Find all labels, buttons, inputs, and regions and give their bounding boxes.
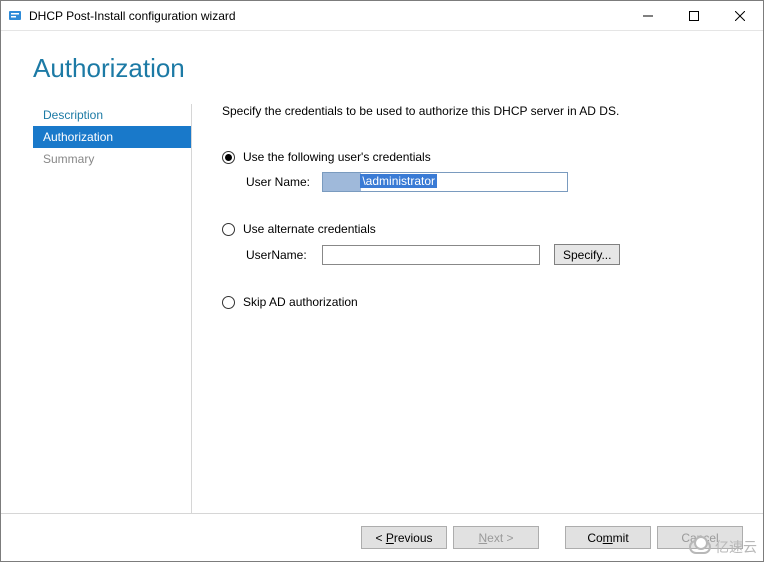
sidebar-item-authorization[interactable]: Authorization (33, 126, 191, 148)
app-icon (7, 8, 23, 24)
option-alternate[interactable]: Use alternate credentials (222, 222, 743, 236)
window-controls (625, 1, 763, 30)
wizard-window: DHCP Post-Install configuration wizard A… (0, 0, 764, 562)
vertical-divider (191, 104, 192, 513)
option-use-following[interactable]: Use the following user's credentials (222, 150, 743, 164)
radio-alternate[interactable] (222, 223, 235, 236)
titlebar: DHCP Post-Install configuration wizard (1, 1, 763, 31)
username-row-1: User Name: \administrator (246, 172, 743, 192)
commit-button[interactable]: CommitCommit (565, 526, 651, 549)
wizard-footer: < PPreviousrevious Next >Next CommitComm… (1, 513, 763, 561)
username-input-2[interactable] (322, 245, 540, 265)
radio-use-following[interactable] (222, 151, 235, 164)
sidebar-item-summary: Summary (33, 148, 191, 170)
username-input-1[interactable]: \administrator (322, 172, 568, 192)
minimize-button[interactable] (625, 1, 671, 30)
radio-skip[interactable] (222, 296, 235, 309)
username-label-1: User Name: (246, 175, 316, 189)
instruction-text: Specify the credentials to be used to au… (222, 104, 743, 118)
username-row-2: UserName: Specify... (246, 244, 743, 265)
cancel-button: Cancel (657, 526, 743, 549)
option-alternate-label: Use alternate credentials (243, 222, 376, 236)
window-title: DHCP Post-Install configuration wizard (29, 9, 625, 23)
previous-button[interactable]: < PPreviousrevious (361, 526, 447, 549)
sidebar-item-description[interactable]: Description (33, 104, 191, 126)
wizard-steps-sidebar: Description Authorization Summary (33, 104, 191, 513)
option-skip-label: Skip AD authorization (243, 295, 358, 309)
content-pane: Specify the credentials to be used to au… (206, 104, 743, 513)
option-use-following-label: Use the following user's credentials (243, 150, 431, 164)
wizard-body: Description Authorization Summary Specif… (1, 90, 763, 513)
next-button: Next >Next (453, 526, 539, 549)
username-selected-text: \administrator (360, 174, 437, 188)
option-skip[interactable]: Skip AD authorization (222, 295, 743, 309)
page-heading: Authorization (1, 31, 763, 90)
username-label-2: UserName: (246, 248, 316, 262)
maximize-button[interactable] (671, 1, 717, 30)
specify-button[interactable]: Specify... (554, 244, 620, 265)
close-button[interactable] (717, 1, 763, 30)
